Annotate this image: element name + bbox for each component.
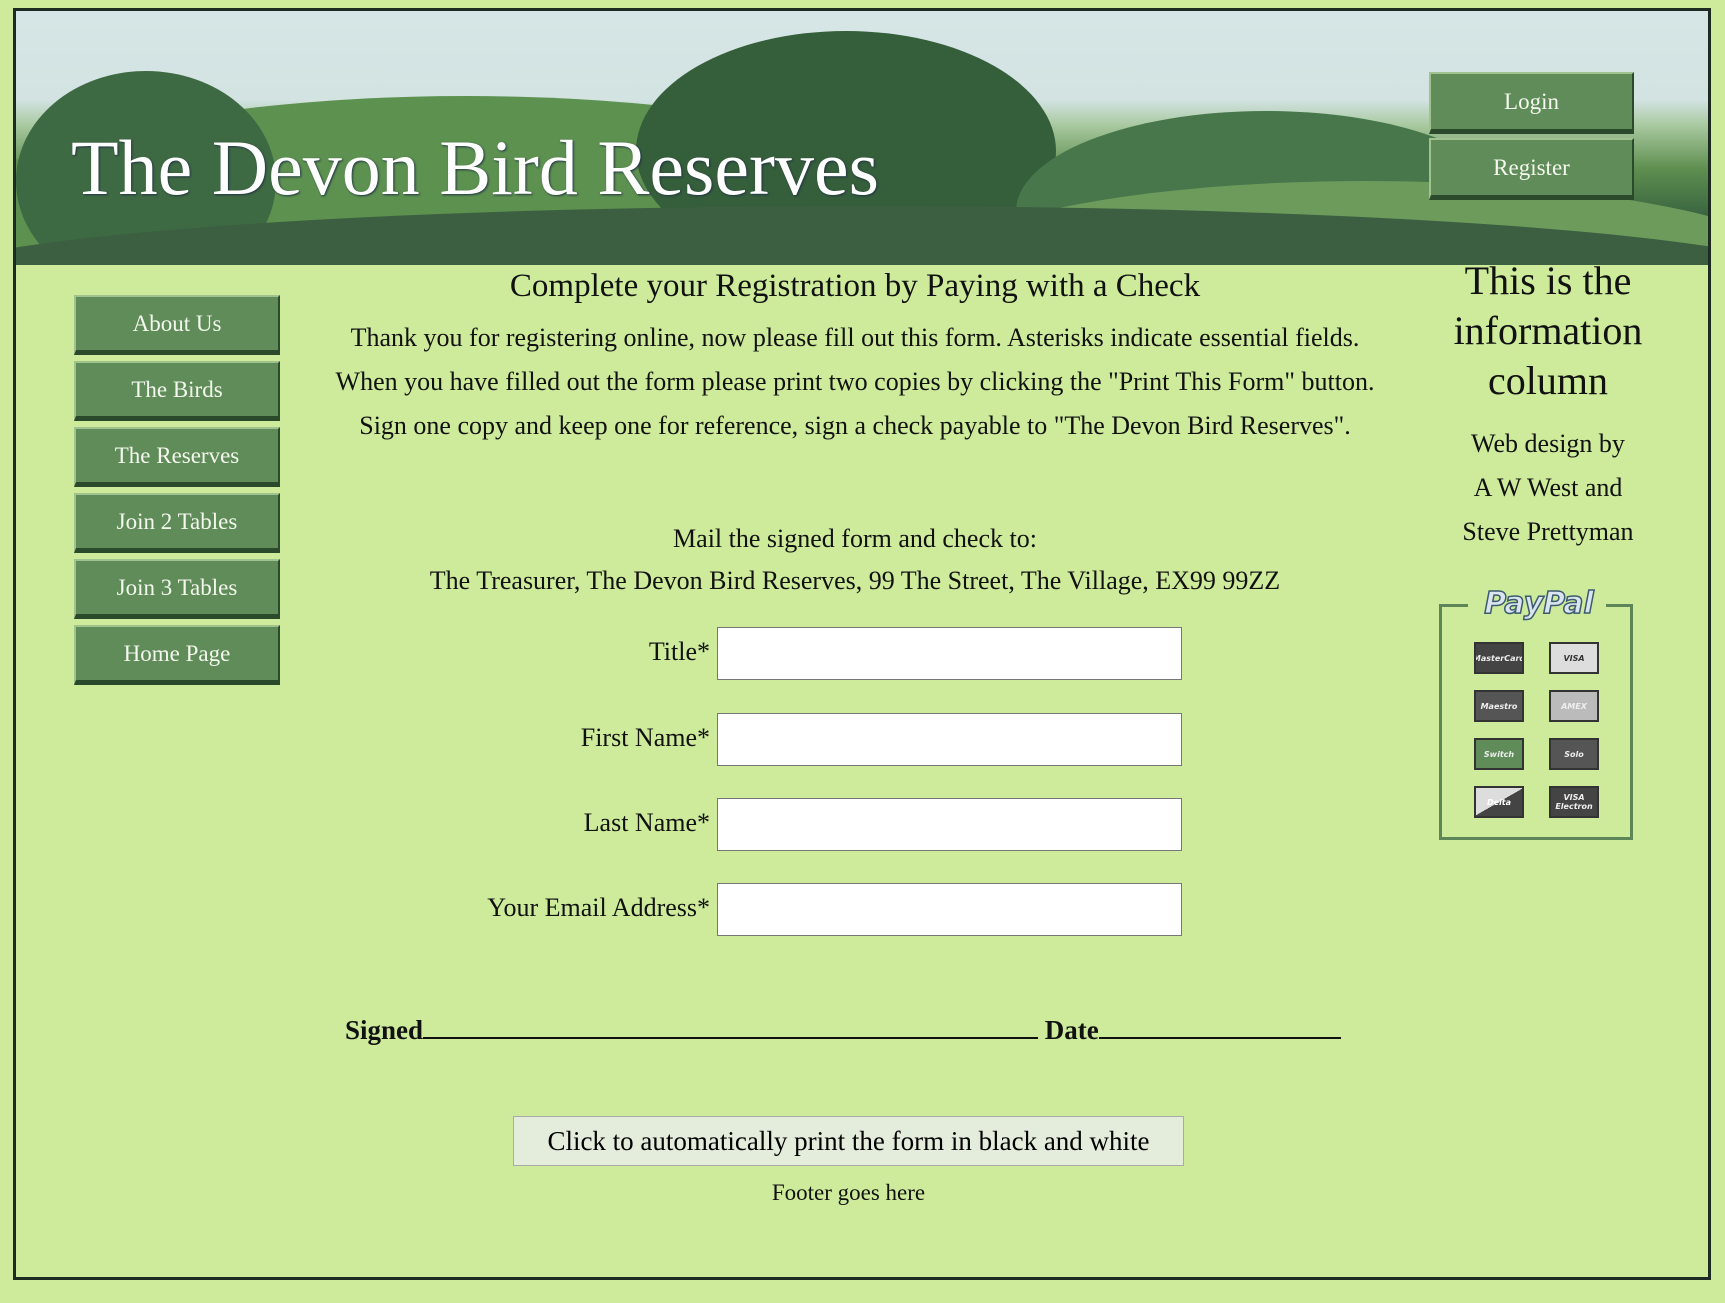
title-input[interactable] <box>717 627 1182 680</box>
footer: Footer goes here <box>771 1180 926 1205</box>
credits: Web design by A W West and Steve Prettym… <box>1430 422 1666 554</box>
form-row-title: Title* <box>300 627 1200 680</box>
site-title: The Devon Bird Reserves <box>71 124 879 211</box>
nav-home-page[interactable]: Home Page <box>74 625 280 685</box>
form-row-email: Your Email Address* <box>300 883 1200 936</box>
email-label: Your Email Address* <box>487 893 710 922</box>
title-label: Title* <box>648 637 710 666</box>
amex-icon: AMEX <box>1549 690 1599 722</box>
header-banner: The Devon Bird Reserves Login Register <box>16 11 1708 265</box>
nav-the-birds[interactable]: The Birds <box>74 361 280 421</box>
mail-instruction: Mail the signed form and check to: <box>673 524 1037 553</box>
credit-line: Web design by <box>1471 429 1625 458</box>
login-button[interactable]: Login <box>1429 72 1634 134</box>
paypal-cards-box[interactable]: PayPal MasterCard VISA Maestro AMEX Swit… <box>1439 585 1633 840</box>
switch-icon: Switch <box>1474 738 1524 770</box>
credit-line: Steve Prettyman <box>1462 517 1634 546</box>
form-row-first-name: First Name* <box>300 713 1200 766</box>
email-input[interactable] <box>717 883 1182 936</box>
box-border <box>1442 604 1468 607</box>
solo-icon: Solo <box>1549 738 1599 770</box>
mail-address: Mail the signed form and check to: The T… <box>315 518 1395 602</box>
first-name-input[interactable] <box>717 713 1182 766</box>
maestro-icon: Maestro <box>1474 690 1524 722</box>
paypal-logo: PayPal <box>1472 585 1606 622</box>
last-name-label: Last Name* <box>583 808 710 837</box>
date-underline <box>1098 1015 1341 1039</box>
visa-electron-icon: VISA Electron <box>1549 786 1599 818</box>
visa-icon: VISA <box>1549 642 1599 674</box>
first-name-label: First Name* <box>580 723 710 752</box>
print-form-button[interactable]: Click to automatically print the form in… <box>513 1116 1184 1166</box>
mastercard-icon: MasterCard <box>1474 642 1524 674</box>
nav-join-2-tables[interactable]: Join 2 Tables <box>74 493 280 553</box>
intro-text: Thank you for registering online, now pl… <box>335 323 1375 440</box>
nav-about-us[interactable]: About Us <box>74 295 280 355</box>
info-column-title: This is the information column <box>1453 258 1643 403</box>
form-row-last-name: Last Name* <box>300 798 1200 851</box>
signed-label: Signed <box>345 1015 424 1045</box>
treasurer-address: The Treasurer, The Devon Bird Reserves, … <box>429 566 1281 595</box>
signature-line: Signed Date <box>345 1015 1341 1046</box>
box-border <box>1604 604 1630 607</box>
last-name-input[interactable] <box>717 798 1182 851</box>
page-heading: Complete your Registration by Paying wit… <box>509 268 1201 304</box>
signature-underline <box>423 1015 1039 1039</box>
nav-the-reserves[interactable]: The Reserves <box>74 427 280 487</box>
date-label: Date <box>1044 1015 1099 1045</box>
delta-icon: Delta <box>1474 786 1524 818</box>
register-button[interactable]: Register <box>1429 138 1634 200</box>
nav-join-3-tables[interactable]: Join 3 Tables <box>74 559 280 619</box>
credit-line: A W West and <box>1473 473 1623 502</box>
